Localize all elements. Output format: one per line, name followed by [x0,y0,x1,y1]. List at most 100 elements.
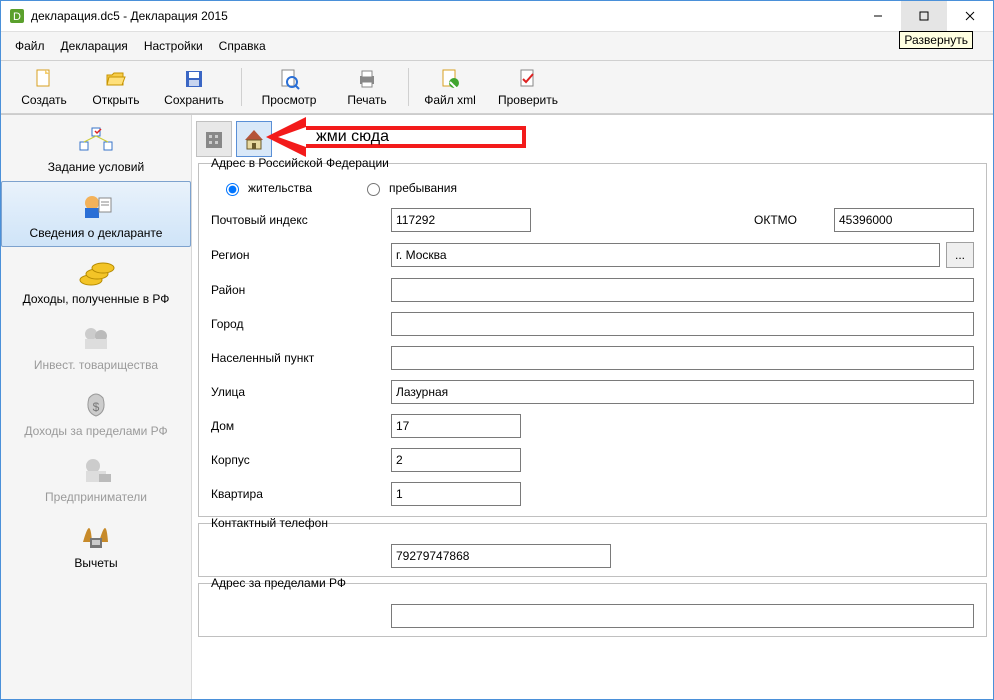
tool-preview[interactable]: Просмотр [248,66,330,109]
maximize-tooltip: Развернуть [899,31,973,49]
fieldset-address-rf: Адрес в Российской Федерации жительства … [198,163,987,517]
content: жми сюда Адрес в Российской Федерации жи… [192,115,993,699]
sidebar-item-invest: Инвест. товарищества [1,313,191,379]
money-bag-icon: $ [76,388,116,422]
file-new-icon [32,68,56,92]
annotation-arrow: жми сюда [266,117,526,157]
radio-stay[interactable]: пребывания [362,180,457,196]
minimize-button[interactable] [855,1,901,31]
input-building[interactable] [391,448,521,472]
label-district: Район [211,283,391,297]
sidebar-item-label: Вычеты [74,556,117,570]
radio-residence[interactable]: жительства [221,180,312,196]
input-postcode[interactable] [391,208,531,232]
input-house[interactable] [391,414,521,438]
tool-label: Просмотр [262,93,317,107]
menu-help[interactable]: Справка [213,37,272,55]
tabstrip: жми сюда [196,121,989,157]
app-icon: D [9,8,25,24]
close-button[interactable] [947,1,993,31]
menu-file[interactable]: Файл [9,37,51,55]
maximize-button[interactable] [901,1,947,31]
toolbar-separator [241,68,242,106]
input-district[interactable] [391,278,974,302]
sidebar-item-label: Инвест. товарищества [34,358,158,372]
label-house: Дом [211,419,391,433]
input-locality[interactable] [391,346,974,370]
window-title: декларация.dc5 - Декларация 2015 [31,9,228,23]
label-region: Регион [211,248,391,262]
print-icon [355,68,379,92]
input-street[interactable] [391,380,974,404]
input-oktmo[interactable] [834,208,974,232]
sidebar-item-label: Задание условий [48,160,144,174]
sidebar-item-declarant[interactable]: Сведения о декларанте [1,181,191,247]
tool-label: Сохранить [164,93,224,107]
sidebar-item-label: Предприниматели [45,490,147,504]
sidebar-item-label: Сведения о декларанте [30,226,163,240]
sidebar-item-deductions[interactable]: Вычеты [1,511,191,577]
radio-stay-input[interactable] [367,183,380,196]
label-building: Корпус [211,453,391,467]
toolbar-separator [408,68,409,106]
radio-residence-input[interactable] [226,183,239,196]
save-icon [182,68,206,92]
sidebar-item-entrepreneurs: Предприниматели [1,445,191,511]
label-city: Город [211,317,391,331]
tab-person[interactable] [196,121,232,157]
button-region-picker[interactable]: ... [946,242,974,268]
titlebar: D декларация.dc5 - Декларация 2015 Разве… [1,1,993,32]
invest-icon [76,322,116,356]
input-region[interactable] [391,243,940,267]
svg-text:$: $ [93,400,100,414]
label-locality: Населенный пункт [211,351,391,365]
conditions-icon [76,124,116,158]
check-icon [516,68,540,92]
toolbar: Создать Открыть Сохранить Просмотр Печат… [1,61,993,114]
input-phone[interactable] [391,544,611,568]
input-address-foreign[interactable] [391,604,974,628]
sidebar-item-income-rf[interactable]: Доходы, полученные в РФ [1,247,191,313]
menu-declaration[interactable]: Декларация [55,37,134,55]
label-flat: Квартира [211,487,391,501]
menubar: Файл Декларация Настройки Справка [1,32,993,61]
tool-print[interactable]: Печать [332,66,402,109]
input-flat[interactable] [391,482,521,506]
radio-residence-label: жительства [248,181,312,195]
entrepreneur-icon [76,454,116,488]
ellipsis-icon: ... [955,248,965,262]
fieldset-phone: Контактный телефон [198,523,987,577]
tool-label: Печать [347,93,386,107]
tool-label: Проверить [498,93,558,107]
tool-check[interactable]: Проверить [487,66,569,109]
tool-label: Файл xml [424,93,476,107]
preview-icon [277,68,301,92]
input-city[interactable] [391,312,974,336]
menu-settings[interactable]: Настройки [138,37,209,55]
tool-create[interactable]: Создать [9,66,79,109]
building-icon [201,126,227,152]
fieldset-address-foreign: Адрес за пределами РФ [198,583,987,637]
tool-xml[interactable]: Файл xml [415,66,485,109]
tool-label: Открыть [92,93,139,107]
coins-icon [76,256,116,290]
radio-stay-label: пребывания [389,181,457,195]
person-card-icon [76,190,116,224]
label-street: Улица [211,385,391,399]
sidebar-item-label: Доходы, полученные в РФ [23,292,170,306]
tool-label: Создать [21,93,67,107]
annotation-text: жми сюда [316,128,389,146]
house-icon [241,126,267,152]
folder-open-icon [104,68,128,92]
svg-text:D: D [13,11,21,23]
sidebar-item-label: Доходы за пределами РФ [24,424,167,438]
tool-save[interactable]: Сохранить [153,66,235,109]
xml-file-icon [438,68,462,92]
sidebar: Задание условий Сведения о декларанте До… [1,115,192,699]
label-postcode: Почтовый индекс [211,213,391,227]
deductions-icon [76,520,116,554]
tool-open[interactable]: Открыть [81,66,151,109]
sidebar-item-income-abroad: $ Доходы за пределами РФ [1,379,191,445]
label-oktmo: ОКТМО [754,213,834,227]
sidebar-item-conditions[interactable]: Задание условий [1,115,191,181]
